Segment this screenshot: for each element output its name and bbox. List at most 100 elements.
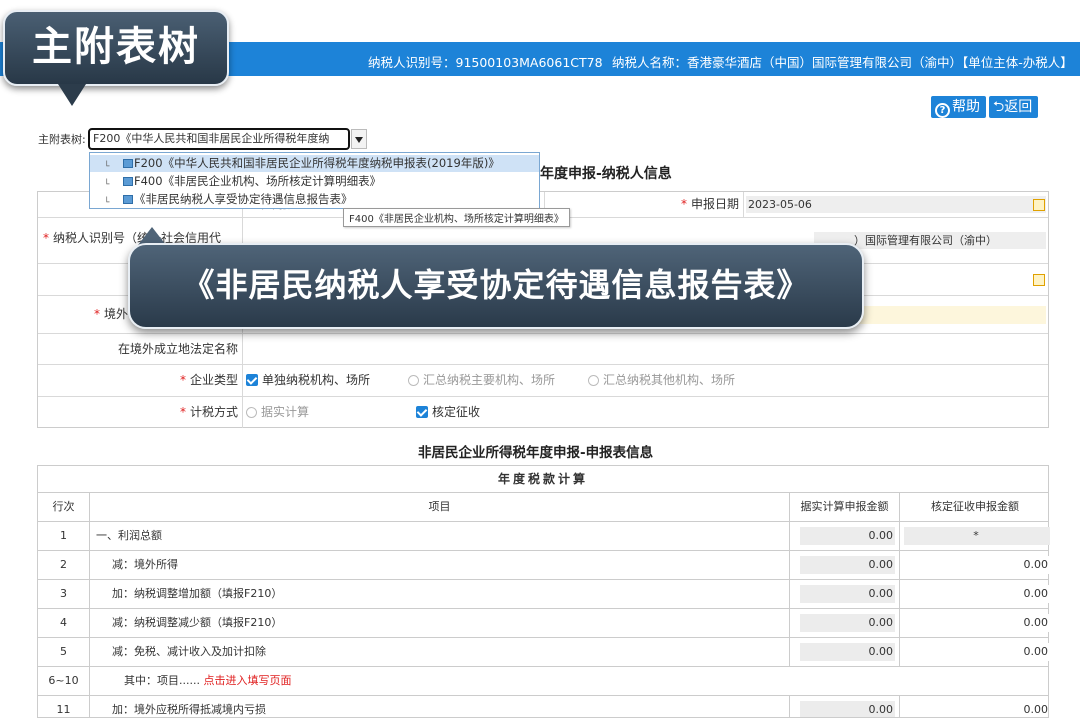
tree-select-label: 主附表树: — [38, 133, 86, 146]
tree-option-f400[interactable]: └ F400《非居民企业机构、场所核定计算明细表》 — [90, 173, 539, 190]
tree-dropdown: └ F200《中华人民共和国非居民企业所得税年度纳税申报表(2019年版)》 └ F… — [89, 152, 540, 209]
col-actual: 据实计算申报金额 — [790, 493, 900, 521]
form-icon — [123, 159, 133, 168]
taxpayer-id-text: 纳税人识别号：91500103MA6061CT78 — [368, 55, 603, 70]
row-item: 减：境外所得 — [90, 551, 790, 579]
section1-title: 年度申报-纳税人信息 — [540, 166, 672, 182]
enterprise-type-label: * 企业类型 — [38, 365, 243, 396]
enterprise-type-option-1[interactable]: 单独纳税机构、场所 — [246, 365, 370, 396]
tax-method-option-actual[interactable]: 据实计算 — [246, 397, 309, 427]
fill-page-link[interactable]: 点击进入填写页面 — [203, 674, 291, 687]
actual-amount[interactable]: 0.00 — [800, 556, 895, 574]
row-line: 1 — [38, 522, 90, 550]
option-label: F200《中华人民共和国非居民企业所得税年度纳税申报表(2019年版)》 — [134, 156, 500, 170]
row-actual: 0.00 — [790, 580, 900, 608]
checkbox-checked-icon — [246, 374, 258, 386]
question-icon: ? — [935, 103, 950, 118]
radio-icon — [408, 375, 419, 386]
actual-amount[interactable]: 0.00 — [800, 643, 895, 661]
row-item: 加：纳税调整增加额（填报F210） — [90, 580, 790, 608]
table-group-header: 年度税款计算 — [38, 466, 1048, 493]
tree-branch-icon: └ — [104, 198, 110, 208]
row-line: 6~10 — [38, 667, 90, 695]
row-line: 4 — [38, 609, 90, 637]
enterprise-type-option-3[interactable]: 汇总纳税其他机构、场所 — [588, 365, 735, 396]
assessed-amount[interactable]: 0.00 — [926, 614, 1050, 632]
assessed-amount[interactable]: 0.00 — [926, 585, 1050, 603]
form-icon — [123, 177, 133, 186]
actual-amount[interactable]: 0.00 — [800, 527, 895, 545]
table-row: 11 加：境外应税所得抵减境内亏损 0.00 0.00 — [38, 696, 1048, 718]
row-assessed: 0.00 — [900, 696, 1048, 717]
enterprise-type-option-2[interactable]: 汇总纳税主要机构、场所 — [408, 365, 555, 396]
assessed-amount[interactable]: 0.00 — [926, 701, 1048, 717]
row-actual: 0.00 — [790, 638, 900, 666]
actual-amount[interactable]: 0.00 — [800, 614, 895, 632]
table-row: 3 加：纳税调整增加额（填报F210） 0.00 0.00 — [38, 580, 1050, 609]
form-row-legal-name: 在境外成立地法定名称 — [38, 334, 1048, 365]
option-label: F400《非居民企业机构、场所核定计算明细表》 — [134, 174, 382, 188]
row-assessed: * — [900, 522, 1050, 550]
callout-pointer — [58, 84, 86, 106]
calendar-icon[interactable] — [1033, 274, 1045, 286]
tooltip: F400《非居民企业机构、场所核定计算明细表》 — [343, 208, 570, 227]
row-actual: 0.00 — [790, 609, 900, 637]
tree-callout: 主附表树 — [3, 10, 229, 86]
row-assessed: 0.00 — [900, 551, 1050, 579]
tree-option-f200[interactable]: └ F200《中华人民共和国非居民企业所得税年度纳税申报表(2019年版)》 — [90, 155, 539, 172]
actual-amount[interactable]: 0.00 — [800, 585, 895, 603]
row-assessed: 0.00 — [900, 609, 1050, 637]
row-item: 加：境外应税所得抵减境内亏损 — [90, 696, 790, 717]
row-item: 一、利润总额 — [90, 522, 790, 550]
table-row: 5 减：免税、减计收入及加计扣除 0.00 0.00 — [38, 638, 1050, 667]
col-line: 行次 — [38, 493, 90, 521]
tree-option-treaty[interactable]: └ 《非居民纳税人享受协定待遇信息报告表》 — [90, 191, 539, 208]
table-row: 2 减：境外所得 0.00 0.00 — [38, 551, 1050, 580]
row-assessed: 0.00 — [900, 638, 1050, 666]
row-line: 2 — [38, 551, 90, 579]
form-icon — [123, 195, 133, 204]
toolbar: ? 帮助 ⮌返回 — [928, 96, 1039, 118]
row-line: 5 — [38, 638, 90, 666]
row-item: 其中：项目...... 点击进入填写页面 — [124, 674, 292, 687]
tree-select[interactable]: F200《中华人民共和国非居民企业所得税年度纳 — [88, 128, 350, 150]
tax-calc-table: 年度税款计算 行次 项目 据实计算申报金额 核定征收申报金额 1 一、利润总额 … — [37, 465, 1050, 718]
table-row: 4 减：纳税调整减少额（填报F210） 0.00 0.00 — [38, 609, 1050, 638]
row-item: 减：纳税调整减少额（填报F210） — [90, 609, 790, 637]
help-button[interactable]: ? 帮助 — [931, 96, 986, 118]
row-actual: 0.00 — [790, 696, 900, 717]
taxpayer-name-text: 纳税人名称：香港豪华酒店（中国）国际管理有限公司（渝中）【单位主体-办税人】 — [612, 55, 1073, 70]
row-line: 3 — [38, 580, 90, 608]
section2-title: 非居民企业所得税年度申报-申报表信息 — [418, 445, 654, 461]
row-item: 减：免税、减计收入及加计扣除 — [90, 638, 790, 666]
tax-method-option-assessed[interactable]: 核定征收 — [416, 397, 480, 427]
assessed-amount[interactable]: 0.00 — [926, 556, 1050, 574]
calendar-icon[interactable] — [1033, 199, 1045, 211]
row-actual: 0.00 — [790, 522, 900, 550]
row-line: 11 — [38, 696, 90, 717]
row-actual: 0.00 — [790, 551, 900, 579]
overseas-legal-name-label: 在境外成立地法定名称 — [38, 334, 243, 364]
tax-method-label: * 计税方式 — [38, 397, 243, 428]
row-assessed: 0.00 — [900, 580, 1050, 608]
dropdown-arrow-icon[interactable] — [351, 129, 367, 149]
actual-amount[interactable]: 0.00 — [800, 701, 895, 717]
form-row-tax-method: * 计税方式 据实计算 核定征收 — [38, 397, 1048, 428]
col-item: 项目 — [90, 493, 790, 521]
assessed-amount[interactable]: 0.00 — [926, 643, 1050, 661]
radio-icon — [588, 375, 599, 386]
assessed-amount: * — [904, 527, 1050, 545]
report-date-field[interactable]: 2023-05-06 — [746, 196, 1046, 213]
form-row-enterprise-type: * 企业类型 单独纳税机构、场所 汇总纳税主要机构、场所 汇总纳税其他机构、场所 — [38, 365, 1048, 397]
treaty-report-banner: 《非居民纳税人享受协定待遇信息报告表》 — [128, 243, 864, 329]
back-button[interactable]: ⮌返回 — [989, 96, 1039, 118]
option-label: 《非居民纳税人享受协定待遇信息报告表》 — [134, 192, 353, 206]
radio-icon — [246, 407, 257, 418]
table-row: 1 一、利润总额 0.00 * — [38, 522, 1050, 551]
return-arrow-icon: ⮌ — [993, 99, 1005, 115]
table-row: 6~10 其中：项目...... 点击进入填写页面 — [38, 667, 1048, 696]
table-header-row: 行次 项目 据实计算申报金额 核定征收申报金额 — [38, 493, 1048, 522]
col-assessed: 核定征收申报金额 — [931, 500, 1019, 513]
checkbox-checked-icon — [416, 406, 428, 418]
report-date-label: * 申报日期 — [544, 192, 744, 217]
